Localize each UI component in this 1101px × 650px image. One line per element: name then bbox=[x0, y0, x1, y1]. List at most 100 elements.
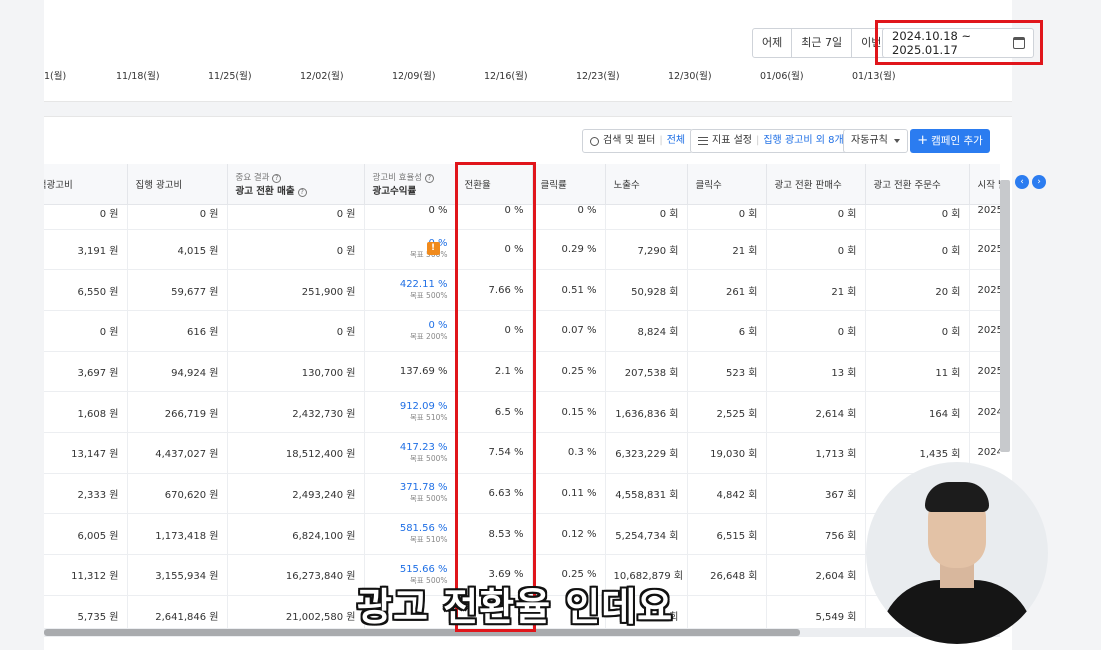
roas-goal: 목표 500% bbox=[409, 291, 448, 301]
cell-efficiency: 0 % bbox=[364, 204, 457, 230]
help-icon[interactable]: ? bbox=[297, 187, 307, 197]
cell-clicks bbox=[687, 595, 767, 630]
cell-efficiency: 422.11 % 목표 500% bbox=[364, 269, 457, 311]
col-header-ctr[interactable]: 클릭률 bbox=[532, 164, 606, 205]
cell-cumulative-spend: 6,550 원 bbox=[44, 269, 128, 311]
roas-value[interactable]: 912.09 % bbox=[373, 401, 448, 412]
cell-start-date: 2024.12 bbox=[969, 391, 1000, 433]
axis-tick: 12/16(월) bbox=[484, 71, 528, 82]
col-header-conv-orders[interactable]: 광고 전환 주문수 bbox=[865, 164, 970, 205]
roas-value[interactable]: 581.56 % bbox=[373, 523, 448, 534]
metrics-settings-button[interactable]: 지표 설정 | 집행 광고비 외 8개 bbox=[690, 129, 852, 153]
warning-icon[interactable]: ! bbox=[426, 241, 440, 255]
add-campaign-label: 캠페인 추가 bbox=[931, 135, 983, 147]
range-yesterday-button[interactable]: 어제 bbox=[753, 29, 793, 57]
cell-revenue: 251,900 원 bbox=[227, 269, 365, 311]
col-header-impressions[interactable]: 노출수 bbox=[605, 164, 688, 205]
cell-ctr: 0.11 % bbox=[532, 473, 606, 515]
roas-goal: 목표 510% bbox=[409, 535, 448, 545]
col-header-spend[interactable]: 집행 광고비 bbox=[127, 164, 228, 205]
axis-tick: 12/02(월) bbox=[300, 71, 344, 82]
cell-revenue: 2,493,240 원 bbox=[227, 473, 365, 515]
cell-start-date: 2025.0 bbox=[969, 229, 1000, 271]
cell-revenue: 0 원 bbox=[227, 310, 365, 352]
plus-icon: + bbox=[917, 133, 929, 148]
cell-spend: 2,641,846 원 bbox=[127, 595, 228, 630]
cell-clicks: 26,648 회 bbox=[687, 554, 767, 596]
cell-start-date: 2025.0 bbox=[969, 269, 1000, 311]
cell-revenue: 0 원 bbox=[227, 204, 365, 230]
cell-cumulative-spend: 3,697 원 bbox=[44, 351, 128, 393]
column-pager: ‹ › bbox=[1015, 175, 1046, 189]
auto-rule-dropdown[interactable]: 자동규칙 bbox=[843, 129, 908, 153]
search-filter-label: 검색 및 필터 bbox=[603, 135, 656, 146]
cell-ctr: 0 % bbox=[532, 204, 606, 230]
cell-conv-sales: 0 회 bbox=[766, 310, 866, 352]
roas-value[interactable]: 422.11 % bbox=[373, 279, 448, 290]
axis-tick: 12/09(월) bbox=[392, 71, 436, 82]
cell-spend: 3,155,934 원 bbox=[127, 554, 228, 596]
metrics-settings-label: 지표 설정 bbox=[712, 135, 752, 146]
cell-impressions: 5,254,734 회 bbox=[605, 513, 688, 555]
cell-revenue: 16,273,840 원 bbox=[227, 554, 365, 596]
cell-ctr: 0.15 % bbox=[532, 391, 606, 433]
cell-conv-sales: 21 회 bbox=[766, 269, 866, 311]
table-vertical-scrollbar[interactable] bbox=[1000, 180, 1010, 452]
cell-efficiency: 417.23 % 목표 500% bbox=[364, 432, 457, 474]
cell-cumulative-spend: 6,005 원 bbox=[44, 513, 128, 555]
help-icon[interactable]: ? bbox=[272, 173, 282, 183]
col-header-efficiency[interactable]: 광고비 효율성 ? 광고수익률 bbox=[364, 164, 457, 205]
cell-efficiency: 0 % 목표 200% bbox=[364, 310, 457, 352]
cell-ctr: 0.3 % bbox=[532, 432, 606, 474]
col-header-start-date[interactable]: 시작 날짜 bbox=[969, 164, 1000, 205]
cell-clicks: 523 회 bbox=[687, 351, 767, 393]
cell-conv-orders: 0 회 bbox=[865, 229, 970, 271]
range-last-7-days-button[interactable]: 최근 7일 bbox=[792, 29, 853, 57]
cell-spend: 0 원 bbox=[127, 204, 228, 230]
cell-conv-orders: 0 회 bbox=[865, 204, 970, 230]
cell-cumulative-spend: 13,147 원 bbox=[44, 432, 128, 474]
cell-conv-sales: 0 회 bbox=[766, 229, 866, 271]
cell-start-date: 2025.0 bbox=[969, 351, 1000, 393]
webcam-overlay bbox=[866, 462, 1048, 644]
chevron-left-icon[interactable]: ‹ bbox=[1015, 175, 1029, 189]
webcam-person-shirt bbox=[880, 580, 1034, 644]
cell-revenue: 0 원 bbox=[227, 229, 365, 271]
roas-value[interactable]: 515.66 % bbox=[373, 564, 448, 575]
cell-conv-orders: 164 회 bbox=[865, 391, 970, 433]
roas-goal: 목표 500% bbox=[409, 494, 448, 504]
cell-efficiency: 371.78 % 목표 500% bbox=[364, 473, 457, 515]
cell-conv-sales: 5,549 회 bbox=[766, 595, 866, 630]
cell-spend: 4,015 원 bbox=[127, 229, 228, 271]
chevron-right-icon[interactable]: › bbox=[1032, 175, 1046, 189]
roas-value[interactable]: 0 % bbox=[373, 320, 447, 331]
search-filter-button[interactable]: 검색 및 필터 | 전체 bbox=[582, 129, 694, 153]
cell-clicks: 0 회 bbox=[687, 204, 767, 230]
video-caption: 광고 전환율 인데요 bbox=[357, 585, 674, 629]
cell-revenue: 2,432,730 원 bbox=[227, 391, 365, 433]
chart-x-axis: 1(월) 11/18(월) 11/25(월) 12/02(월) 12/09(월)… bbox=[44, 68, 1012, 82]
col-header-cumulative-spend[interactable]: 누적광고비 bbox=[44, 164, 128, 205]
panel-gap bbox=[44, 102, 1012, 116]
cell-impressions: 0 회 bbox=[605, 204, 688, 230]
roas-value[interactable]: 417.23 % bbox=[373, 442, 448, 453]
cell-ctr: 0.51 % bbox=[532, 269, 606, 311]
cell-conv-sales: 756 회 bbox=[766, 513, 866, 555]
col-header-key-result[interactable]: 중요 결과 ? 광고 전환 매출 ? bbox=[227, 164, 365, 205]
col-header-clicks[interactable]: 클릭수 bbox=[687, 164, 767, 205]
col-header-conv-sales[interactable]: 광고 전환 판매수 bbox=[766, 164, 866, 205]
cell-efficiency: 581.56 % 목표 510% bbox=[364, 513, 457, 555]
search-scope-value: 전체 bbox=[666, 135, 686, 146]
cell-impressions: 6,323,229 회 bbox=[605, 432, 688, 474]
cell-impressions: 1,636,836 회 bbox=[605, 391, 688, 433]
cell-cumulative-spend: 5,735 원 bbox=[44, 595, 128, 630]
add-campaign-button[interactable]: + 캠페인 추가 bbox=[910, 129, 990, 153]
roas-goal: 목표 500% bbox=[409, 453, 448, 463]
roas-value[interactable]: 371.78 % bbox=[373, 482, 448, 493]
cell-impressions: 207,538 회 bbox=[605, 351, 688, 393]
help-icon[interactable]: ? bbox=[424, 173, 434, 183]
cell-efficiency: 912.09 % 목표 510% bbox=[364, 391, 457, 433]
cell-conv-sales: 0 회 bbox=[766, 204, 866, 230]
cell-cumulative-spend: 0 원 bbox=[44, 204, 128, 230]
cell-impressions: 50,928 회 bbox=[605, 269, 688, 311]
